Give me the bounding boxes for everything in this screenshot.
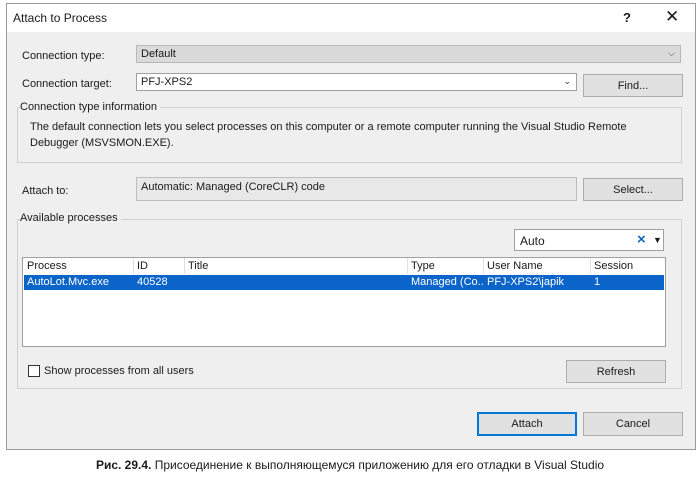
cancel-button[interactable]: Cancel bbox=[583, 412, 683, 436]
connection-type-label: Connection type: bbox=[22, 50, 105, 62]
process-filter-combo[interactable]: Auto × ▼ bbox=[514, 229, 664, 251]
cell-type: Managed (Co... bbox=[411, 276, 483, 288]
clear-filter-icon[interactable]: × bbox=[637, 231, 646, 248]
connection-type-value: Default bbox=[141, 48, 176, 60]
column-header-process[interactable]: Process bbox=[27, 260, 67, 272]
figure-number: Рис. 29.4. bbox=[95, 458, 152, 472]
cell-session: 1 bbox=[594, 276, 601, 288]
attach-to-label: Attach to: bbox=[22, 185, 69, 197]
available-processes-title: Available processes bbox=[20, 212, 121, 224]
figure-caption-text: Присоединение к выполняющемуся приложени… bbox=[151, 458, 605, 472]
column-divider[interactable] bbox=[590, 258, 591, 274]
connection-type-select[interactable]: Default ⌵ bbox=[136, 45, 681, 63]
column-divider[interactable] bbox=[184, 258, 185, 274]
connection-target-select[interactable]: PFJ-XPS2 ⌄ bbox=[136, 73, 577, 91]
connection-target-label: Connection target: bbox=[22, 78, 112, 90]
show-all-users-label[interactable]: Show processes from all users bbox=[44, 365, 194, 377]
cell-id: 40528 bbox=[137, 276, 168, 288]
chevron-down-icon: ⌵ bbox=[668, 48, 675, 58]
chevron-down-icon[interactable]: ▼ bbox=[653, 235, 662, 245]
connection-target-value: PFJ-XPS2 bbox=[141, 76, 193, 88]
column-header-title[interactable]: Title bbox=[188, 260, 208, 272]
attach-button[interactable]: Attach bbox=[477, 412, 577, 436]
show-all-users-checkbox[interactable] bbox=[28, 365, 40, 377]
connection-info-text: The default connection lets you select p… bbox=[30, 121, 627, 149]
refresh-button[interactable]: Refresh bbox=[566, 360, 666, 383]
column-divider[interactable] bbox=[407, 258, 408, 274]
column-divider[interactable] bbox=[483, 258, 484, 274]
process-filter-input[interactable]: Auto bbox=[520, 234, 545, 248]
cell-process: AutoLot.Mvc.exe bbox=[27, 276, 109, 288]
find-button[interactable]: Find... bbox=[583, 74, 683, 97]
figure-caption: Рис. 29.4. Присоединение к выполняющемус… bbox=[0, 458, 700, 472]
help-icon[interactable]: ? bbox=[623, 10, 631, 25]
process-table: Process ID Title Type User Name Session … bbox=[22, 257, 666, 347]
title-bar: Attach to Process ? ✕ bbox=[7, 4, 695, 32]
attach-to-value: Automatic: Managed (CoreCLR) code bbox=[136, 177, 577, 201]
chevron-down-icon: ⌄ bbox=[563, 76, 571, 86]
column-header-id[interactable]: ID bbox=[137, 260, 148, 272]
close-icon[interactable]: ✕ bbox=[665, 7, 679, 27]
connection-info-title: Connection type information bbox=[20, 101, 160, 113]
cell-user-name: PFJ-XPS2\japik bbox=[487, 276, 565, 288]
select-button[interactable]: Select... bbox=[583, 178, 683, 201]
window-title: Attach to Process bbox=[13, 11, 108, 25]
column-divider[interactable] bbox=[133, 258, 134, 274]
column-header-user-name[interactable]: User Name bbox=[487, 260, 543, 272]
table-row[interactable]: AutoLot.Mvc.exe 40528 Managed (Co... PFJ… bbox=[24, 275, 664, 290]
column-header-type[interactable]: Type bbox=[411, 260, 435, 272]
column-header-session[interactable]: Session bbox=[594, 260, 633, 272]
